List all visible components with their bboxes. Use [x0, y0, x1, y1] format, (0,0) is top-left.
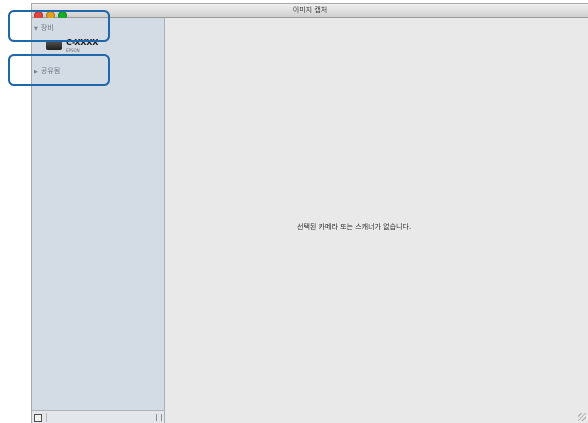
window-title: 이미지 캡처	[292, 6, 328, 14]
device-subtitle: EPSON	[66, 48, 80, 53]
sidebar-resize-handle-icon[interactable]	[156, 414, 162, 421]
callout-devices-highlight	[8, 10, 110, 42]
window-resize-grip-icon[interactable]	[578, 413, 586, 421]
title-bar[interactable]: 이미지 캡처	[32, 4, 588, 20]
device-settings-button[interactable]	[34, 414, 42, 422]
callout-shared-highlight	[8, 54, 110, 86]
image-capture-window: 이미지 캡처 ▼ 장비 C-XXXX EPSON ▶ 공유됨 선택된 카메라 또는 …	[32, 4, 588, 423]
no-device-message: 선택된 카메라 또는 스캐너가 없습니다.	[297, 223, 412, 231]
sidebar-bottom-bar	[32, 410, 165, 423]
separator	[46, 413, 47, 422]
